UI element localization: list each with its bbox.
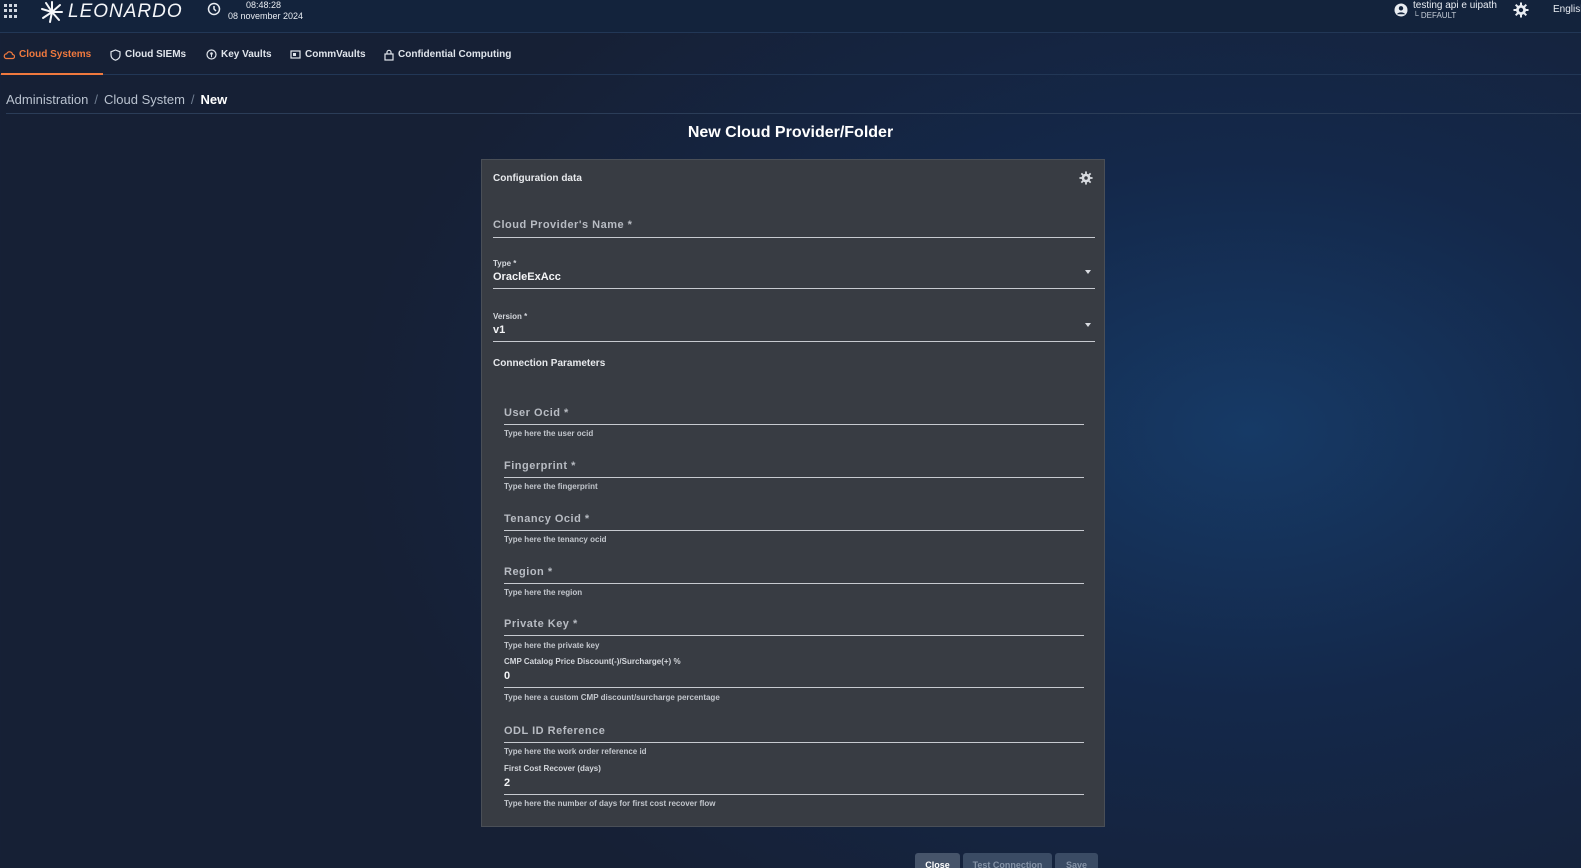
field-underline: [493, 288, 1095, 289]
field-underline: [504, 477, 1084, 478]
tenancy-ocid-label: Tenancy Ocid *: [504, 513, 590, 525]
tab-label: Confidential Computing: [398, 49, 512, 60]
first-cost-recover-field[interactable]: First Cost Recover (days) 2 Type here th…: [504, 764, 1084, 810]
cmp-discount-field[interactable]: CMP Catalog Price Discount(-)/Surcharge(…: [504, 657, 1084, 703]
first-cost-recover-hint: Type here the number of days for first c…: [504, 799, 716, 808]
version-label: Version *: [493, 312, 528, 321]
breadcrumb-separator: /: [190, 92, 195, 107]
private-key-hint: Type here the private key: [504, 641, 600, 650]
field-underline: [504, 424, 1084, 425]
tenancy-ocid-field[interactable]: Tenancy Ocid * Type here the tenancy oci…: [504, 513, 1084, 545]
chevron-down-icon: [1085, 270, 1091, 274]
field-underline: [493, 237, 1095, 238]
page-title: New Cloud Provider/Folder: [687, 124, 894, 141]
tab-label: Key Vaults: [221, 49, 272, 60]
language-selector[interactable]: English: [1553, 4, 1581, 15]
user-name[interactable]: testing api e uipath: [1413, 0, 1497, 11]
field-underline: [504, 742, 1084, 743]
breadcrumb-cloud-system[interactable]: Cloud System: [104, 92, 185, 107]
card-header: Configuration data: [493, 173, 582, 184]
tab-commvaults[interactable]: CommVaults: [290, 34, 366, 75]
clock-icon: [207, 2, 221, 16]
logo-text: LEONARDO: [68, 1, 183, 22]
leonardo-logo[interactable]: LEONARDO: [40, 0, 183, 24]
odl-id-reference-field[interactable]: ODL ID Reference Type here the work orde…: [504, 725, 1084, 757]
tab-cloud-siems[interactable]: Cloud SIEMs: [110, 34, 186, 75]
save-button[interactable]: Save: [1055, 853, 1098, 868]
private-key-field[interactable]: Private Key * Type here the private key: [504, 618, 1084, 650]
lock-icon: [384, 49, 394, 61]
fingerprint-field[interactable]: Fingerprint * Type here the fingerprint: [504, 460, 1084, 492]
fingerprint-hint: Type here the fingerprint: [504, 482, 598, 491]
fingerprint-label: Fingerprint *: [504, 460, 576, 472]
close-button[interactable]: Close: [915, 853, 960, 868]
first-cost-recover-label: First Cost Recover (days): [504, 764, 601, 773]
region-label: Region *: [504, 566, 553, 578]
cloud-icon: [3, 50, 15, 59]
field-underline: [504, 794, 1084, 795]
user-ocid-label: User Ocid *: [504, 407, 569, 419]
logo-burst-icon: [41, 1, 63, 23]
field-underline: [504, 687, 1084, 688]
type-label: Type *: [493, 259, 517, 268]
breadcrumb: Administration / Cloud System / New: [6, 92, 227, 107]
breadcrumb-administration[interactable]: Administration: [6, 92, 88, 107]
region-hint: Type here the region: [504, 588, 583, 597]
cloud-provider-name-field[interactable]: Cloud Provider's Name *: [493, 219, 1095, 239]
tab-label: Cloud SIEMs: [125, 49, 187, 60]
breadcrumb-current: New: [200, 92, 228, 107]
connection-parameters-title: Connection Parameters: [493, 358, 606, 369]
settings-gear-icon[interactable]: [1513, 2, 1529, 18]
cmp-discount-hint: Type here a custom CMP discount/surcharg…: [504, 693, 720, 702]
tab-confidential-computing[interactable]: Confidential Computing: [384, 34, 511, 75]
odl-id-reference-label: ODL ID Reference: [504, 725, 606, 737]
cloud-provider-name-label: Cloud Provider's Name *: [493, 219, 633, 231]
tenancy-ocid-hint: Type here the tenancy ocid: [504, 535, 607, 544]
tab-label: CommVaults: [305, 49, 366, 60]
card-settings-gear-icon[interactable]: [1079, 171, 1093, 185]
odl-id-reference-hint: Type here the work order reference id: [504, 747, 647, 756]
breadcrumb-separator: /: [94, 92, 98, 107]
user-avatar-icon[interactable]: [1394, 3, 1408, 17]
chevron-down-icon: [1085, 323, 1091, 327]
top-bar: LEONARDO 08:48:28 08 november 2024 testi…: [0, 0, 1581, 33]
tab-cloud-systems[interactable]: Cloud Systems: [0, 34, 104, 75]
commvault-icon: [290, 50, 301, 59]
tab-label: Cloud Systems: [19, 49, 92, 60]
key-vault-icon: [206, 49, 217, 60]
private-key-label: Private Key *: [504, 618, 578, 630]
user-ocid-hint: Type here the user ocid: [504, 429, 594, 438]
shield-icon: [110, 48, 121, 61]
field-underline: [504, 530, 1084, 531]
version-select[interactable]: Version * v1: [493, 312, 1095, 345]
cmp-discount-label: CMP Catalog Price Discount(-)/Surcharge(…: [504, 657, 681, 666]
type-select[interactable]: Type * OracleExAcc: [493, 259, 1095, 292]
configuration-card: Configuration data Cloud Provider's Name…: [481, 159, 1105, 827]
current-time: 08:48:28: [246, 0, 282, 10]
apps-grid-icon[interactable]: [4, 4, 18, 18]
cmp-discount-value: 0: [504, 670, 511, 682]
field-underline: [493, 341, 1095, 342]
test-connection-button[interactable]: Test Connection: [963, 853, 1052, 868]
region-field[interactable]: Region * Type here the region: [504, 566, 1084, 598]
version-value: v1: [493, 324, 506, 336]
main-tabs: Cloud Systems Cloud SIEMs Key Vaults Com…: [0, 34, 1581, 75]
user-role: └ DEFAULT: [1413, 11, 1457, 20]
field-underline: [504, 583, 1084, 584]
breadcrumb-divider: [6, 113, 1581, 114]
current-date: 08 november 2024: [228, 11, 304, 21]
user-ocid-field[interactable]: User Ocid * Type here the user ocid: [504, 407, 1084, 439]
first-cost-recover-value: 2: [504, 777, 511, 789]
tab-key-vaults[interactable]: Key Vaults: [206, 34, 272, 75]
field-underline: [504, 635, 1084, 636]
type-value: OracleExAcc: [493, 271, 561, 283]
